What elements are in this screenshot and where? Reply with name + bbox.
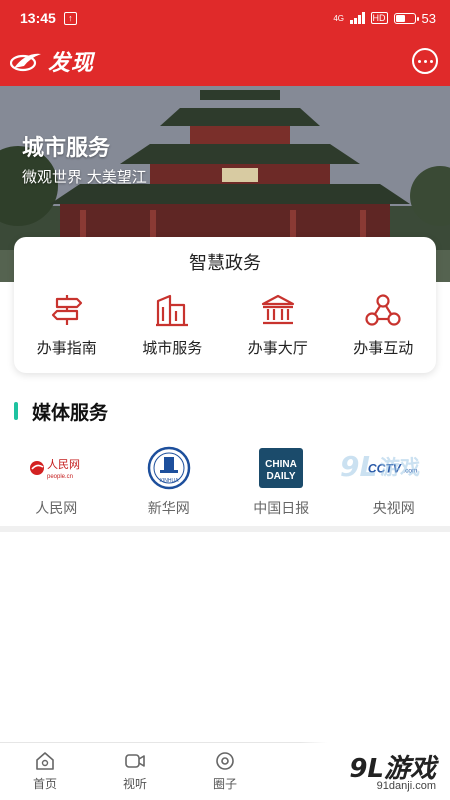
section-accent-bar: [14, 402, 18, 420]
svg-text:游戏: 游戏: [380, 455, 420, 479]
network-label: 4G: [333, 13, 345, 23]
people-logo: 人民网 people.cn: [28, 446, 84, 490]
header-bar: 发现: [0, 36, 450, 86]
media-section-title: 媒体服务: [32, 401, 109, 424]
video-camera-icon: [125, 754, 145, 768]
gov-item-label: 办事指南: [36, 339, 97, 357]
watermark-url: 91danji.com: [376, 780, 436, 792]
city-buildings-icon: [156, 294, 189, 327]
gov-item-label: 办事大厅: [247, 339, 308, 357]
xinhua-logo-text: XINHUA: [159, 478, 179, 484]
signal-icon: [350, 12, 365, 24]
chinadaily-logo-text: CHINA: [265, 459, 297, 470]
tab-label: 视听: [122, 777, 147, 791]
page-title: 发现: [48, 51, 95, 76]
xinhua-logo: XINHUA: [141, 446, 197, 490]
status-time: 13:45: [20, 10, 56, 26]
tab-label: 圈子: [212, 777, 237, 791]
gov-item-label: 办事互动: [353, 339, 414, 357]
watermark-logo-top: 9L 游戏: [340, 450, 420, 483]
chinadaily-logo: CHINA DAILY: [253, 446, 309, 490]
app-logo-icon: [10, 53, 41, 72]
message-button[interactable]: [412, 48, 438, 74]
gov-item-interact[interactable]: 办事互动: [331, 293, 437, 358]
media-item-chinadaily[interactable]: CHINA DAILY 中国日报: [225, 446, 338, 518]
people-logo-sub: people.cn: [47, 474, 73, 480]
gov-item-city[interactable]: 城市服务: [120, 293, 226, 358]
banner-subtitle: 微观世界 大美望江: [22, 168, 147, 186]
gov-item-guide[interactable]: 办事指南: [14, 293, 120, 358]
tab-home[interactable]: 首页: [0, 743, 90, 800]
media-item-label: 中国日报: [253, 501, 310, 517]
battery-icon: [393, 12, 419, 24]
brand: 发现: [10, 45, 94, 77]
chat-bubble-icon: [417, 59, 421, 63]
media-item-label: 人民网: [35, 501, 78, 517]
media-section-header: 媒体服务: [14, 400, 109, 424]
watermark-bottom: 9L游戏 91danji.com: [300, 742, 450, 800]
gov-services-card: 智慧政务 办事指南 城市服务 办事大厅 办事互动: [14, 237, 436, 373]
interaction-nodes-icon: [365, 294, 401, 326]
upload-icon: ↑: [63, 11, 77, 25]
media-item-xinhua[interactable]: XINHUA 新华网: [113, 446, 226, 518]
status-bar: 13:45 ↑ 4G HD 53: [0, 0, 450, 36]
gov-item-label: 城市服务: [142, 339, 203, 357]
media-item-label: 央视网: [372, 501, 415, 517]
media-item-label: 新华网: [147, 501, 190, 517]
section-divider: [0, 526, 450, 532]
chinadaily-logo-text2: DAILY: [267, 471, 296, 482]
svg-text:9L: 9L: [340, 450, 377, 483]
gov-card-title: 智慧政务: [189, 253, 261, 274]
media-item-people[interactable]: 人民网 people.cn 人民网: [0, 446, 113, 518]
tab-video[interactable]: 视听: [90, 743, 180, 800]
banner-title: 城市服务: [22, 136, 111, 161]
hall-building-icon: [261, 294, 294, 325]
battery-percent: 53: [421, 10, 436, 26]
tab-circle[interactable]: 圈子: [180, 743, 270, 800]
tab-label: 首页: [32, 777, 57, 791]
home-icon: [36, 752, 54, 770]
gov-item-hall[interactable]: 办事大厅: [225, 293, 331, 358]
signpost-icon: [51, 295, 82, 325]
people-logo-text: 人民网: [47, 458, 80, 471]
hd-icon: HD: [370, 12, 388, 24]
circle-icon: [216, 752, 234, 770]
